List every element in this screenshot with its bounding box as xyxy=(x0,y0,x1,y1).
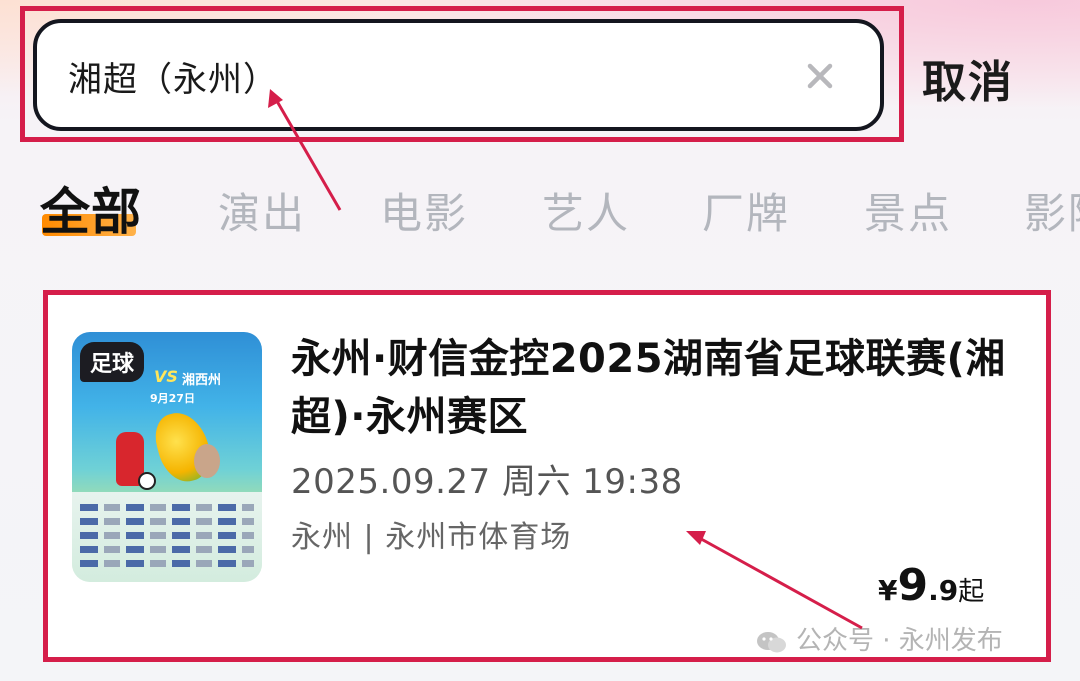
tab-artists[interactable]: 艺人 xyxy=(542,180,630,241)
tab-performances[interactable]: 演出 xyxy=(218,180,306,241)
price-suffix: 起 xyxy=(958,577,985,607)
tab-cinemas[interactable]: 影院 xyxy=(1024,180,1080,241)
poster-sponsor-logos xyxy=(80,532,254,539)
poster-opponent: 湘西州 xyxy=(182,373,222,388)
price-integer: 9 xyxy=(897,560,929,611)
tab-movies[interactable]: 电影 xyxy=(380,180,468,241)
event-poster[interactable]: VS 湘西州 9月27日 足球 xyxy=(72,332,262,582)
event-price: ¥9.9起 xyxy=(878,560,984,611)
poster-sponsor-logos xyxy=(80,546,254,553)
poster-sponsor-logos xyxy=(80,518,254,525)
price-currency: ¥ xyxy=(878,574,898,607)
search-query-text: 湘超（永州） xyxy=(68,60,278,100)
poster-sponsor-logos xyxy=(80,560,254,567)
poster-football xyxy=(138,472,156,490)
cancel-button[interactable]: 取消 xyxy=(922,46,1014,110)
watermark-text: 公众号 · 永州发布 xyxy=(796,626,1003,656)
poster-vs: VS xyxy=(154,367,178,386)
poster-sponsor-logos xyxy=(80,504,254,511)
event-venue: 永州市体育场 xyxy=(385,520,572,555)
category-badge: 足球 xyxy=(80,342,145,382)
poster-mascot xyxy=(194,444,220,478)
event-datetime: 2025.09.27 周六 19:38 xyxy=(291,462,683,502)
tab-labels[interactable]: 厂牌 xyxy=(702,180,790,241)
location-divider: | xyxy=(363,520,386,555)
poster-date: 9月27日 xyxy=(150,392,195,405)
event-city: 永州 xyxy=(291,520,353,555)
watermark: 公众号 · 永州发布 xyxy=(756,620,1003,657)
tab-all[interactable]: 全部 xyxy=(40,172,142,244)
event-location: 永州 | 永州市体育场 xyxy=(291,512,571,556)
clear-icon[interactable] xyxy=(800,56,840,96)
event-title[interactable]: 永州·财信金控2025湖南省足球联赛(湘超)·永州赛区 xyxy=(291,330,1021,446)
tab-attractions[interactable]: 景点 xyxy=(864,180,952,241)
wechat-icon xyxy=(757,631,786,652)
price-decimal: .9 xyxy=(928,574,959,607)
